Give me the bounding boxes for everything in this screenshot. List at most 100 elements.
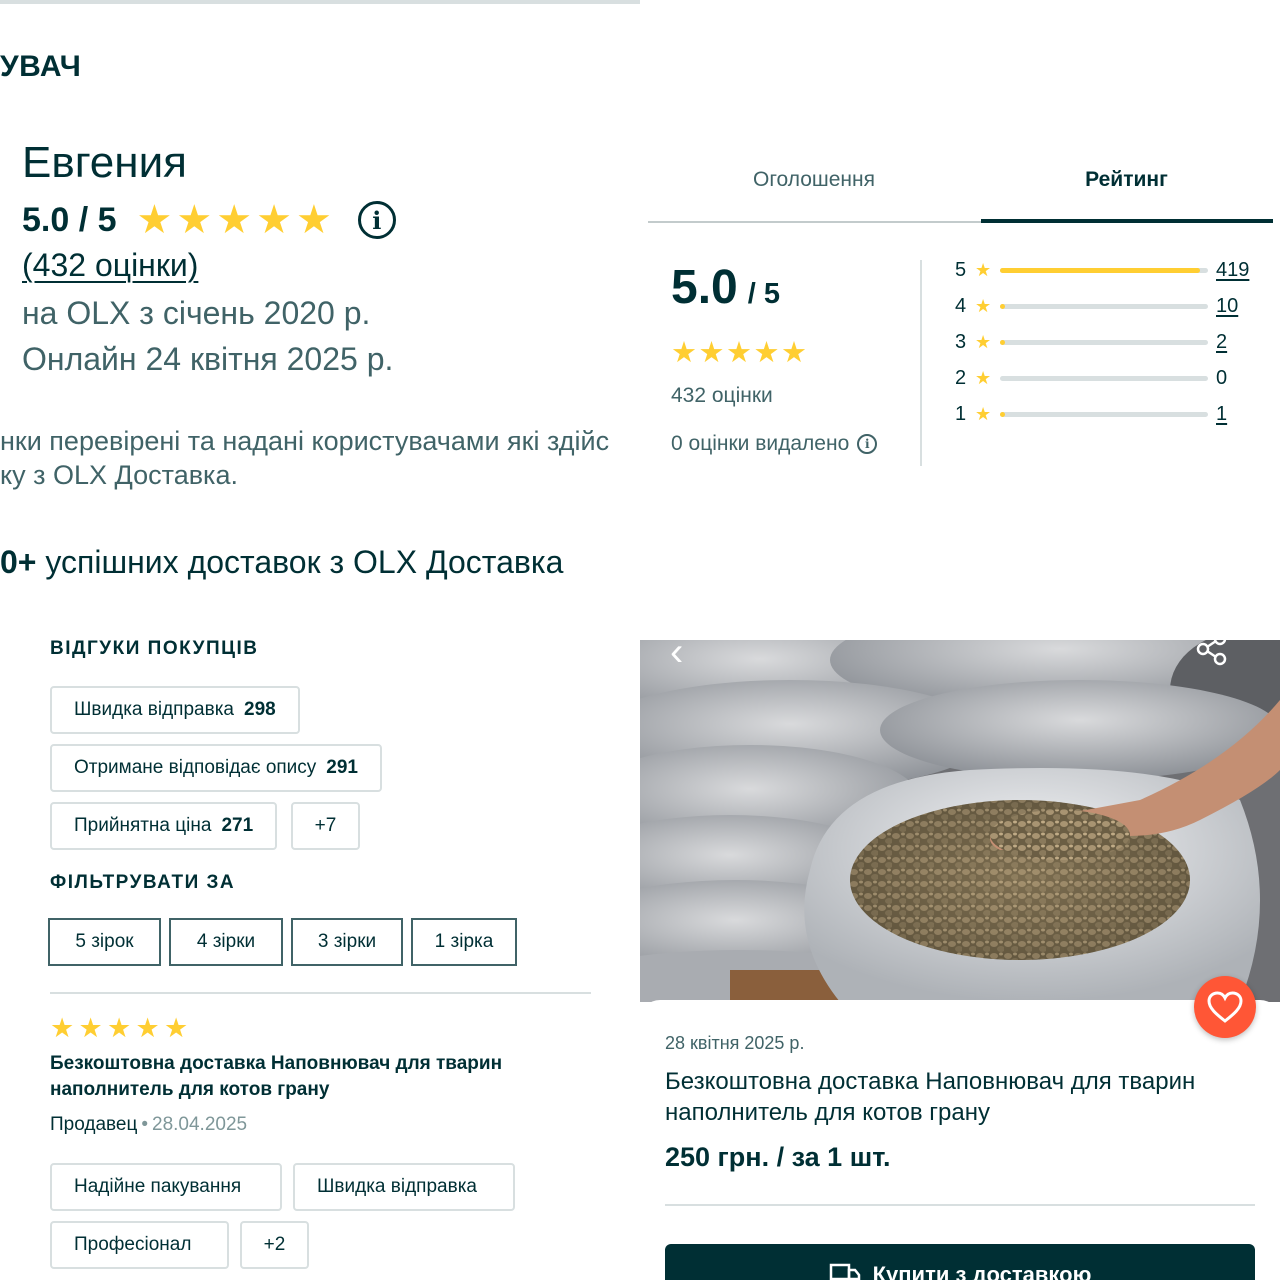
product-title: Безкоштовна доставка Наповнювач для твар… (665, 1068, 1196, 1126)
star-icon: ★ (256, 198, 292, 242)
info-icon[interactable]: i (857, 434, 878, 454)
divider (50, 992, 591, 994)
feedback-tag[interactable]: Прийнятна ціна 271 (50, 802, 278, 850)
feedback-tag-label: Отримане відповідає опису (74, 757, 317, 778)
tab-ads[interactable]: Оголошення (648, 168, 980, 192)
feedback-tag[interactable]: Отримане відповідає опису 291 (50, 744, 382, 792)
more-review-tags-button[interactable]: +2 (240, 1221, 309, 1269)
filter-3-stars[interactable]: 3 зірки (291, 918, 403, 966)
truck-icon (829, 1262, 861, 1280)
star-icon: ★ (726, 337, 752, 369)
star-icon: ★ (107, 1013, 132, 1043)
breakdown-bar-fill (1000, 303, 1006, 309)
star-icon: ★ (975, 259, 992, 280)
breakdown-bar (1000, 375, 1208, 381)
section-title: УВАЧ (0, 50, 82, 83)
star-icon: ★ (50, 1013, 75, 1043)
tab-rating[interactable]: Рейтинг (981, 168, 1272, 192)
filter-title: ФІЛЬТРУВАТИ ЗА (50, 872, 236, 893)
star-icon: ★ (698, 337, 725, 369)
breakdown-stars: 4 (955, 294, 967, 317)
back-arrow-icon[interactable]: ‹ (670, 630, 683, 675)
share-icon[interactable] (1195, 632, 1229, 671)
breakdown-row: 4 ★ 10 (955, 294, 1255, 318)
product-photo[interactable] (640, 640, 1280, 1002)
star-icon: ★ (164, 1013, 189, 1043)
breakdown-bar (1000, 339, 1208, 345)
score-max: / 5 (747, 278, 780, 310)
breakdown-count-link[interactable]: 10 (1216, 295, 1238, 318)
review-tag: Швидка відправка (293, 1163, 515, 1211)
star-icon: ★ (781, 337, 807, 369)
top-divider (0, 0, 640, 4)
heart-icon (1207, 991, 1243, 1023)
review-title: Безкоштовна доставка Наповнювач для твар… (50, 1053, 503, 1100)
review-stars: ★ ★ ★ ★ ★ (50, 1014, 193, 1042)
breakdown-bar-fill (1000, 267, 1200, 273)
overall-stars: ★ ★ ★ ★ ★ (671, 338, 809, 368)
feedback-tag-count: 298 (244, 699, 276, 720)
more-tags-button[interactable]: +7 (291, 802, 360, 850)
breakdown-stars: 1 (955, 402, 967, 425)
buy-button-label: Купити з доставкою (872, 1262, 1092, 1280)
breakdown-stars: 3 (955, 330, 967, 353)
star-icon: ★ (78, 1013, 103, 1043)
review-author: Продавец (50, 1114, 138, 1135)
breakdown-count-link[interactable]: 1 (1216, 403, 1227, 426)
breakdown-count: 0 (1216, 366, 1228, 389)
product-date: 28 квітня 2025 р. (665, 1033, 805, 1053)
verified-note-line: ку з OLX Доставка. (0, 460, 238, 490)
breakdown-row: 2 ★ 0 (955, 366, 1255, 390)
star-icon: ★ (295, 198, 332, 242)
deliveries-label: успішних доставок з OLX Доставка (36, 544, 564, 580)
star-icon: ★ (975, 403, 992, 424)
breakdown-bar (1000, 411, 1208, 417)
breakdown-row: 1 ★ 1 (955, 402, 1255, 426)
filter-5-stars[interactable]: 5 зірок (48, 918, 161, 966)
breakdown-stars: 5 (955, 258, 967, 281)
feedback-title: ВІДГУКИ ПОКУПЦІВ (50, 638, 259, 659)
reviews-count-link[interactable]: (432 оцінки) (22, 247, 198, 284)
star-icon: ★ (975, 295, 992, 316)
vertical-divider (920, 260, 922, 466)
online-status: Онлайн 24 квітня 2025 р. (22, 341, 394, 377)
seller-score: 5.0 / 5 (22, 200, 117, 239)
member-since: на OLX з січень 2020 р. (22, 295, 371, 331)
star-icon: ★ (975, 367, 992, 388)
feedback-tag-count: 271 (221, 815, 254, 836)
breakdown-bar (1000, 303, 1208, 309)
star-icon: ★ (671, 337, 697, 369)
star-icon: ★ (136, 198, 173, 242)
review-meta: Продавец • 28.04.2025 (50, 1114, 248, 1135)
filter-4-stars[interactable]: 4 зірки (169, 918, 283, 966)
seller-rating-row: 5.0 / 5 ★ ★ ★ ★ ★ i (22, 200, 396, 240)
review-tag: Надійне пакування (50, 1163, 282, 1211)
seller-stars: ★ ★ ★ ★ ★ (137, 200, 336, 240)
feedback-tag-count: 291 (326, 757, 358, 778)
seller-name: Евгения (22, 138, 187, 187)
info-icon[interactable]: i (357, 201, 396, 239)
tabs-underline (648, 221, 981, 223)
review-tag: Професіонал (50, 1221, 229, 1269)
feedback-tag-label: Прийнятна ціна (74, 815, 212, 836)
successful-deliveries: 0+ успішних доставок з OLX Доставка (0, 544, 563, 581)
removed-ratings-label: 0 оцінки видалено (671, 432, 850, 455)
breakdown-row: 3 ★ 2 (955, 330, 1255, 354)
ratings-count: 432 оцінки (671, 384, 773, 407)
star-icon: ★ (975, 331, 992, 352)
breakdown-row: 5 ★ 419 (955, 258, 1255, 282)
buy-with-delivery-button[interactable]: Купити з доставкою (665, 1244, 1255, 1280)
deliveries-count: 0+ (0, 544, 37, 580)
filter-1-star[interactable]: 1 зірка (411, 918, 517, 966)
breakdown-count-link[interactable]: 419 (1216, 259, 1249, 282)
favorite-button[interactable] (1194, 976, 1256, 1038)
verified-reviews-note: нки перевірені та надані користувачами я… (0, 424, 640, 492)
breakdown-stars: 2 (955, 366, 967, 389)
overall-score: 5.0 / 5 (671, 260, 780, 315)
star-icon: ★ (753, 337, 780, 369)
verified-note-line: нки перевірені та надані користувачами я… (0, 426, 610, 456)
breakdown-count-link[interactable]: 2 (1216, 331, 1227, 354)
feedback-tag[interactable]: Швидка відправка 298 (50, 686, 300, 734)
feedback-tag-label: Швидка відправка (74, 699, 234, 720)
breakdown-bar-fill (1000, 411, 1006, 417)
